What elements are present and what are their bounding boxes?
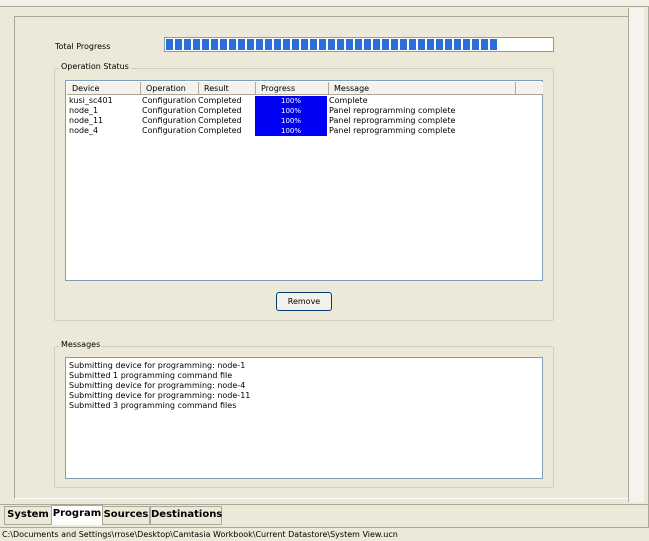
total-progress-segment <box>247 39 254 50</box>
remove-button[interactable]: Remove <box>276 292 332 311</box>
operation-status-table[interactable]: Device Operation Result Progress Message… <box>65 80 543 281</box>
total-progress-label: Total Progress <box>55 42 111 51</box>
cell-message: Panel reprogramming complete <box>329 116 456 125</box>
cell-operation: Configuration <box>142 126 197 135</box>
cell-message: Panel reprogramming complete <box>329 106 456 115</box>
total-progress-segment <box>301 39 308 50</box>
total-progress-segment <box>400 39 407 50</box>
table-row[interactable]: node_1 Configuration Completed 100% Panel re… <box>66 106 536 116</box>
tab-sources[interactable]: Sources <box>102 506 150 525</box>
operation-status-title: Operation Status <box>59 62 131 71</box>
messages-title: Messages <box>59 340 103 349</box>
total-progress-segment <box>283 39 290 50</box>
tab-system[interactable]: System <box>4 506 52 525</box>
total-progress-segment <box>337 39 344 50</box>
table-row[interactable]: kusi_sc401 Configuration Completed 100% Comp… <box>66 96 536 106</box>
column-header-filler <box>516 82 543 95</box>
message-line: Submitting device for programming: node-… <box>69 381 246 390</box>
top-strip <box>0 0 649 7</box>
total-progress-segment <box>382 39 389 50</box>
column-header-device[interactable]: Device <box>67 82 141 95</box>
total-progress-segment <box>427 39 434 50</box>
cell-progress-bar: 100% <box>255 106 327 116</box>
total-progress-segment <box>202 39 209 50</box>
cell-progress-bar: 100% <box>255 116 327 126</box>
total-progress-segment <box>166 39 173 50</box>
table-row[interactable]: node_11 Configuration Completed 100% Panel r… <box>66 116 536 126</box>
total-progress-segment <box>292 39 299 50</box>
cell-result: Completed <box>198 106 242 115</box>
message-line: Submitted 1 programming command file <box>69 371 233 380</box>
total-progress-segment <box>355 39 362 50</box>
status-bar-path: C:\Documents and Settings\rrose\Desktop\… <box>0 527 649 541</box>
total-progress-segment <box>418 39 425 50</box>
cell-message: Complete <box>329 96 368 105</box>
total-progress-segment <box>472 39 479 50</box>
column-header-progress[interactable]: Progress <box>256 82 329 95</box>
cell-progress-bar: 100% <box>255 126 327 136</box>
tab-strip: System Program Sources Destinations <box>0 504 649 525</box>
total-progress-segment <box>265 39 272 50</box>
total-progress-segment <box>238 39 245 50</box>
message-line: Submitting device for programming: node-… <box>69 391 251 400</box>
total-progress-segment <box>211 39 218 50</box>
total-progress-segment <box>373 39 380 50</box>
tab-destinations[interactable]: Destinations <box>150 506 222 525</box>
total-progress-segment <box>175 39 182 50</box>
column-header-result[interactable]: Result <box>199 82 256 95</box>
cell-device: kusi_sc401 <box>69 96 113 105</box>
cell-operation: Configuration <box>142 116 197 125</box>
cell-result: Completed <box>198 116 242 125</box>
message-line: Submitting device for programming: node-… <box>69 361 246 370</box>
messages-list[interactable]: Submitting device for programming: node-… <box>65 357 543 479</box>
cell-progress-bar: 100% <box>255 96 327 106</box>
column-header-operation[interactable]: Operation <box>141 82 199 95</box>
total-progress-segment <box>364 39 371 50</box>
cell-operation: Configuration <box>142 106 197 115</box>
cell-operation: Configuration <box>142 96 197 105</box>
vertical-scrollbar[interactable] <box>628 8 644 502</box>
total-progress-segment <box>463 39 470 50</box>
total-progress-segment <box>184 39 191 50</box>
cell-result: Completed <box>198 126 242 135</box>
cell-device: node_1 <box>69 106 99 115</box>
total-progress-segment <box>436 39 443 50</box>
total-progress-segment <box>490 39 497 50</box>
total-progress-segment <box>310 39 317 50</box>
tab-program[interactable]: Program <box>51 505 103 525</box>
cell-device: node_4 <box>69 126 99 135</box>
total-progress-segment <box>481 39 488 50</box>
cell-result: Completed <box>198 96 242 105</box>
total-progress-segment <box>409 39 416 50</box>
total-progress-segment <box>445 39 452 50</box>
total-progress-segment <box>193 39 200 50</box>
total-progress-segment <box>274 39 281 50</box>
total-progress-bar <box>164 37 554 52</box>
total-progress-segment <box>220 39 227 50</box>
total-progress-segment <box>391 39 398 50</box>
total-progress-segment <box>319 39 326 50</box>
message-line: Submitted 3 programming command files <box>69 401 237 410</box>
total-progress-segment <box>256 39 263 50</box>
total-progress-segment <box>328 39 335 50</box>
cell-device: node_11 <box>69 116 104 125</box>
total-progress-segment <box>454 39 461 50</box>
column-header-message[interactable]: Message <box>329 82 516 95</box>
table-row[interactable]: node_4 Configuration Completed 100% Panel re… <box>66 126 536 136</box>
cell-message: Panel reprogramming complete <box>329 126 456 135</box>
total-progress-segment <box>229 39 236 50</box>
total-progress-segment <box>346 39 353 50</box>
